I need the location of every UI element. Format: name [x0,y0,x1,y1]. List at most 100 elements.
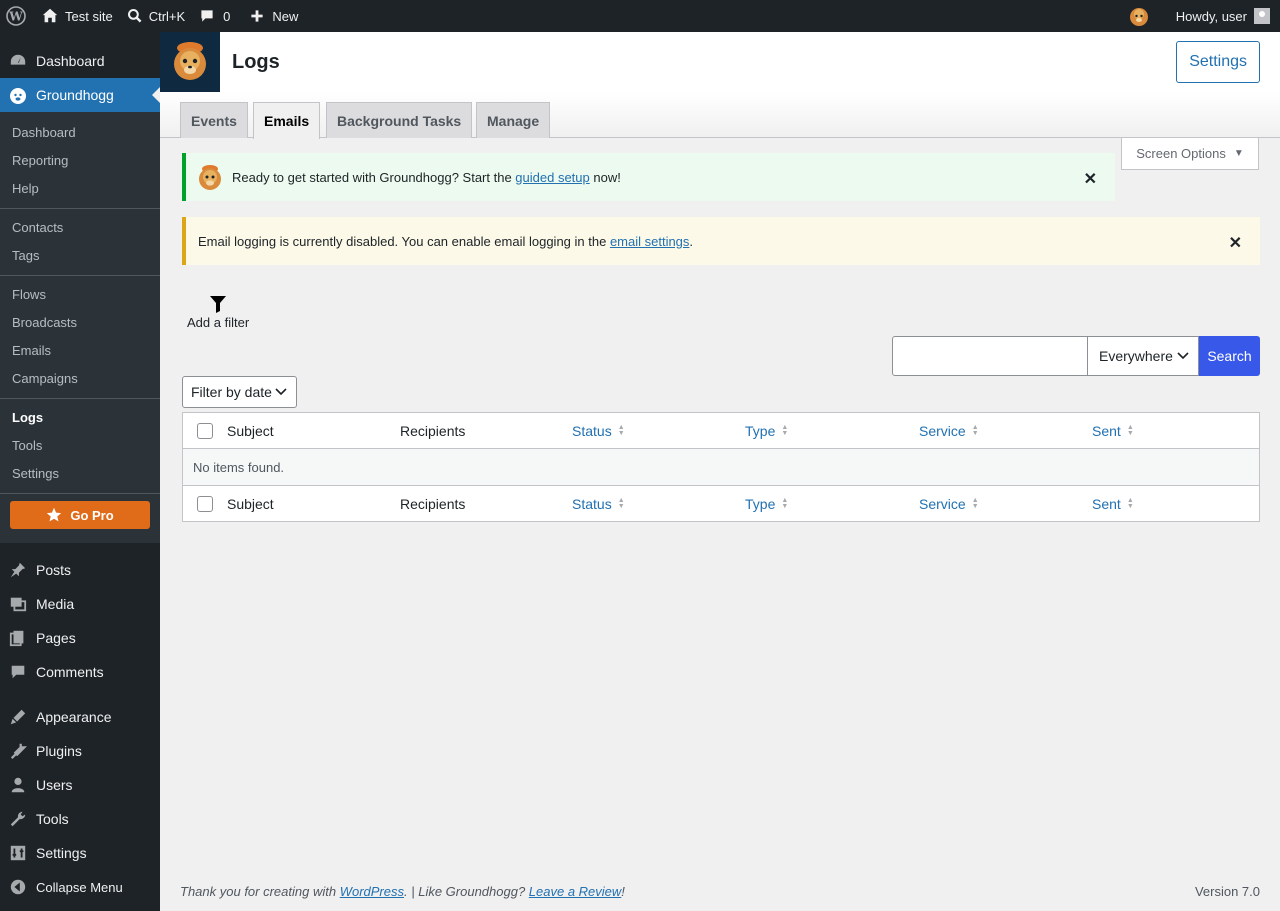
menu-users[interactable]: Users [0,768,160,802]
site-name-link[interactable]: Test site [34,0,120,32]
column-sent[interactable]: Sent ▲ ▼ [1092,496,1134,512]
submenu-logs[interactable]: Logs [0,404,160,432]
table-header-row: Subject Recipients Status ▲ ▼ Type ▲ ▼ Servi… [183,413,1259,449]
add-filter-button[interactable]: Add a filter [187,296,249,330]
column-status-label: Status [572,422,612,439]
dismiss-setup-notice-icon[interactable]: ✕ [1084,169,1097,189]
menu-plugins-label: Plugins [36,743,82,759]
column-type[interactable]: Type ▲ ▼ [745,496,919,512]
leave-review-link[interactable]: Leave a Review [529,884,622,899]
wrench-icon [8,809,28,829]
date-filter-select[interactable]: Filter by date [182,376,297,408]
sort-icon: ▲ ▼ [781,496,789,510]
column-sent[interactable]: Sent ▲ ▼ [1092,423,1134,439]
user-account-menu[interactable]: Howdy, user [1169,0,1280,32]
sort-icon: ▲ ▼ [1126,423,1134,437]
groundhogg-notification-icon[interactable] [1121,0,1157,32]
search-scope-select[interactable]: Everywhere [1088,336,1199,376]
brush-icon [8,707,28,727]
version-text: Version 7.0 [1194,884,1260,899]
submenu-contacts[interactable]: Contacts [0,214,160,242]
new-label: New [272,8,299,24]
avatar [1254,8,1270,24]
column-service[interactable]: Service ▲ ▼ [919,423,1092,439]
select-all-checkbox[interactable] [183,422,227,439]
submenu-reporting[interactable]: Reporting [0,147,160,175]
screen-options-button[interactable]: Screen Options ▼ [1121,138,1259,170]
chevron-down-icon [275,388,287,396]
logging-notice-text: Email logging is currently disabled. You… [198,234,693,249]
sort-icon: ▲ ▼ [617,423,625,437]
menu-tools[interactable]: Tools [0,802,160,836]
add-filter-label: Add a filter [187,315,250,330]
search-button[interactable]: Search [1199,336,1260,376]
search-scope-value: Everywhere [1099,348,1173,364]
guided-setup-link[interactable]: guided setup [515,170,589,185]
column-status[interactable]: Status ▲ ▼ [572,423,745,439]
column-type[interactable]: Type ▲ ▼ [745,423,919,439]
wordpress-logo-icon[interactable]: W [0,0,34,32]
filter-icon [210,296,227,313]
menu-posts[interactable]: Posts [0,553,160,587]
column-status[interactable]: Status ▲ ▼ [572,496,745,512]
column-service[interactable]: Service ▲ ▼ [919,496,1092,512]
tab-events[interactable]: Events [180,102,248,138]
tab-manage[interactable]: Manage [476,102,551,138]
submenu-separator [0,208,160,209]
settings-button[interactable]: Settings [1176,41,1260,83]
submenu-settings[interactable]: Settings [0,460,160,488]
new-content-link[interactable]: New [243,0,305,32]
search-input[interactable] [892,336,1088,376]
wordpress-link[interactable]: WordPress [340,884,404,899]
plus-icon [251,10,264,22]
comments-link[interactable]: 0 [192,0,237,32]
go-pro-button[interactable]: Go Pro [10,501,150,529]
dismiss-logging-notice-icon[interactable]: ✕ [1229,233,1242,253]
column-status-label: Status [572,495,612,512]
submenu-emails[interactable]: Emails [0,337,160,365]
user-icon [8,775,28,795]
submenu-tags[interactable]: Tags [0,242,160,270]
menu-posts-label: Posts [36,562,72,578]
main-content: Logs Settings Events Emails Background T… [160,32,1280,911]
column-service-label: Service [919,495,966,512]
menu-pages[interactable]: Pages [0,621,160,655]
search-bar: Everywhere Search [892,336,1260,376]
submenu-broadcasts[interactable]: Broadcasts [0,309,160,337]
command-palette-link[interactable]: Ctrl+K [120,0,192,32]
setup-notice-suffix: now! [589,169,621,185]
tab-background-tasks[interactable]: Background Tasks [326,102,473,138]
menu-appearance-label: Appearance [36,709,112,725]
menu-settings[interactable]: Settings [0,836,160,870]
setup-notice-text: Ready to get started with Groundhogg? St… [232,170,621,185]
submenu-flows[interactable]: Flows [0,281,160,309]
settings-icon [8,843,28,863]
submenu-tools[interactable]: Tools [0,432,160,460]
submenu-dashboard[interactable]: Dashboard [0,119,160,147]
admin-sidebar: Dashboard Groundhogg Dashboard Reporting… [0,32,160,911]
column-service-label: Service [919,422,966,439]
date-filter-value: Filter by date [191,384,272,400]
menu-dashboard[interactable]: Dashboard [0,44,160,78]
select-all-checkbox-footer[interactable] [183,495,227,512]
comment-icon [8,662,28,682]
tab-emails[interactable]: Emails [253,102,321,139]
menu-media[interactable]: Media [0,587,160,621]
column-type-label: Type [745,422,776,439]
submenu-separator [0,398,160,399]
menu-appearance[interactable]: Appearance [0,700,160,734]
setup-notice: Ready to get started with Groundhogg? St… [182,153,1115,201]
menu-groundhogg[interactable]: Groundhogg [0,78,160,112]
footer-thanks-middle: . | Like Groundhogg? [404,884,529,899]
collapse-menu-button[interactable]: Collapse Menu [0,870,160,904]
submenu-campaigns[interactable]: Campaigns [0,365,160,393]
sort-icon: ▲ ▼ [971,496,979,510]
menu-dashboard-label: Dashboard [36,53,105,69]
menu-plugins[interactable]: Plugins [0,734,160,768]
email-settings-link[interactable]: email settings [610,234,689,249]
menu-comments[interactable]: Comments [0,655,160,689]
chevron-down-icon [1177,352,1189,360]
go-pro-label: Go Pro [70,507,114,523]
submenu-separator [0,275,160,276]
submenu-help[interactable]: Help [0,175,160,203]
